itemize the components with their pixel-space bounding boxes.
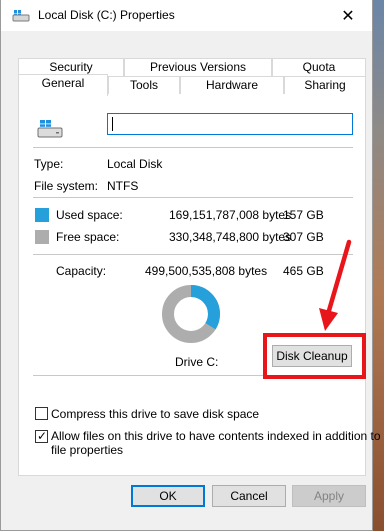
drive-icon	[12, 10, 30, 22]
file-system-label: File system:	[34, 179, 99, 193]
used-space-size: 157 GB	[283, 208, 324, 222]
index-checkbox[interactable]: ✓	[35, 429, 48, 443]
annotation-arrow	[319, 239, 352, 331]
tab-label: Sharing	[304, 78, 346, 92]
capacity-label: Capacity:	[56, 264, 107, 278]
tab-row-bottom: General Tools Hardware Sharing	[18, 74, 366, 96]
tab-sharing[interactable]: Sharing	[284, 76, 366, 94]
window-title: Local Disk (C:) Properties	[38, 8, 175, 22]
tab-label: Security	[49, 60, 93, 74]
compress-label: Compress this drive to save disk space	[51, 407, 260, 421]
separator	[33, 147, 353, 148]
compress-checkbox[interactable]	[35, 407, 48, 420]
drive-large-icon	[37, 120, 63, 138]
type-label: Type:	[34, 157, 64, 171]
capacity-bytes: 499,500,535,808 bytes	[145, 264, 268, 278]
title-bar: Local Disk (C:) Properties ✕	[1, 0, 372, 31]
type-value: Local Disk	[107, 157, 163, 171]
tab-quota[interactable]: Quota	[272, 58, 366, 76]
ok-button[interactable]: OK	[131, 485, 205, 507]
separator	[33, 254, 353, 255]
tab-label: Tools	[129, 78, 158, 92]
used-space-label: Used space:	[56, 208, 123, 222]
general-panel: Type: Local Disk File system: NTFS Used …	[18, 92, 381, 476]
drive-name-input[interactable]	[107, 113, 353, 135]
checkmark-icon: ✓	[37, 429, 48, 443]
tab-previous-versions[interactable]: Previous Versions	[124, 58, 272, 76]
separator	[33, 197, 353, 198]
text-cursor	[112, 117, 113, 131]
tab-general[interactable]: General	[18, 74, 108, 96]
tab-hardware[interactable]: Hardware	[180, 76, 284, 94]
close-icon: ✕	[341, 7, 355, 25]
highlight-box	[263, 333, 366, 379]
close-button[interactable]: ✕	[326, 0, 370, 31]
tab-label: Hardware	[205, 78, 259, 92]
index-label-line2: file properties	[51, 443, 124, 457]
free-space-label: Free space:	[56, 230, 120, 244]
index-label-line1: Allow files on this drive to have conten…	[51, 429, 381, 443]
tab-tools[interactable]: Tools	[108, 76, 180, 94]
used-space-bytes: 169,151,787,008 bytes	[169, 208, 292, 222]
free-space-bytes: 330,348,748,800 bytes	[169, 230, 292, 244]
disk-usage-donut	[162, 285, 220, 343]
drive-label: Drive C:	[175, 355, 219, 369]
used-space-swatch	[35, 208, 49, 222]
file-system-value: NTFS	[107, 179, 139, 193]
apply-button[interactable]: Apply	[292, 485, 366, 507]
tab-label: General	[41, 76, 85, 90]
tab-label: Quota	[302, 60, 336, 74]
free-space-swatch	[35, 230, 49, 244]
cancel-button[interactable]: Cancel	[212, 485, 286, 507]
tab-label: Previous Versions	[149, 60, 247, 74]
